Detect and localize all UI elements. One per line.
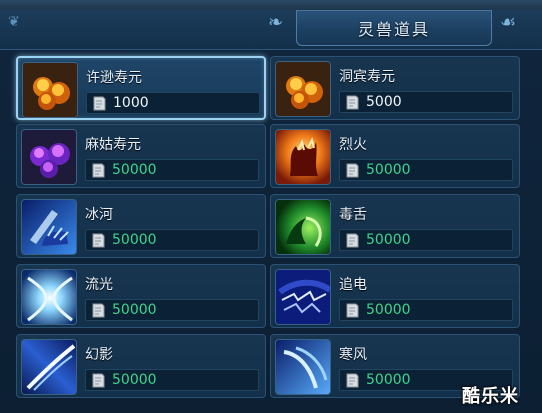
scroll-currency-icon — [346, 373, 359, 388]
panel-title: 灵兽道具 — [357, 20, 430, 39]
item-price: 50000 — [112, 162, 157, 178]
item-card[interactable]: 冰河 50000 — [16, 194, 266, 258]
price-field: 50000 — [339, 229, 513, 251]
price-field: 50000 — [339, 299, 513, 321]
scroll-currency-icon — [346, 163, 359, 178]
item-name: 麻姑寿元 — [85, 137, 141, 153]
item-card[interactable]: 毒舌 50000 — [270, 194, 520, 258]
scroll-currency-icon — [346, 95, 359, 110]
price-field: 50000 — [85, 229, 259, 251]
corner-ornament-icon: ❦ — [8, 14, 20, 30]
golden-orbs-icon — [22, 62, 78, 118]
fire-claw-icon — [275, 129, 331, 185]
item-card[interactable]: 许逊寿元 1000 — [16, 56, 266, 120]
item-card[interactable]: 麻姑寿元 50000 — [16, 124, 266, 188]
scroll-currency-icon — [92, 373, 105, 388]
item-card[interactable]: 幻影 50000 — [16, 334, 266, 398]
scroll-currency-icon — [346, 233, 359, 248]
item-price: 5000 — [366, 94, 402, 110]
scroll-currency-icon — [346, 303, 359, 318]
price-field: 50000 — [85, 369, 259, 391]
purple-orbs-icon — [21, 129, 77, 185]
item-card[interactable]: 流光 50000 — [16, 264, 266, 328]
item-name: 许逊寿元 — [86, 70, 142, 86]
item-price: 50000 — [112, 372, 157, 388]
scroll-currency-icon — [93, 96, 106, 111]
item-price: 1000 — [113, 95, 149, 111]
item-card[interactable]: 烈火 50000 — [270, 124, 520, 188]
item-price: 50000 — [366, 302, 411, 318]
item-price: 50000 — [366, 162, 411, 178]
item-name: 追电 — [339, 277, 367, 293]
scroll-currency-icon — [92, 163, 105, 178]
item-price: 50000 — [112, 302, 157, 318]
ice-claw-icon — [21, 199, 77, 255]
price-field: 5000 — [339, 91, 513, 113]
price-field: 1000 — [86, 92, 260, 114]
item-name: 烈火 — [339, 137, 367, 153]
item-name: 幻影 — [85, 347, 113, 363]
golden-orbs-icon — [275, 61, 331, 117]
item-price: 50000 — [112, 232, 157, 248]
price-field: 50000 — [339, 159, 513, 181]
cold-wind-icon — [275, 339, 331, 395]
item-name: 寒风 — [339, 347, 367, 363]
lightning-icon — [275, 269, 331, 325]
item-name: 流光 — [85, 277, 113, 293]
left-swirl-ornament-icon: ❧ — [268, 12, 284, 33]
site-watermark: 酷乐米 — [462, 386, 519, 407]
item-card[interactable]: 追电 50000 — [270, 264, 520, 328]
item-name: 冰河 — [85, 207, 113, 223]
price-field: 50000 — [85, 159, 259, 181]
phantom-icon — [21, 339, 77, 395]
item-price: 50000 — [366, 372, 411, 388]
scroll-currency-icon — [92, 303, 105, 318]
item-card[interactable]: 洞宾寿元 5000 — [270, 56, 520, 120]
item-price: 50000 — [366, 232, 411, 248]
light-streak-icon — [21, 269, 77, 325]
item-name: 洞宾寿元 — [339, 69, 395, 85]
scroll-currency-icon — [92, 233, 105, 248]
poison-tongue-icon — [275, 199, 331, 255]
price-field: 50000 — [85, 299, 259, 321]
right-swirl-ornament-icon: ☙ — [500, 12, 517, 33]
item-name: 毒舌 — [339, 207, 367, 223]
